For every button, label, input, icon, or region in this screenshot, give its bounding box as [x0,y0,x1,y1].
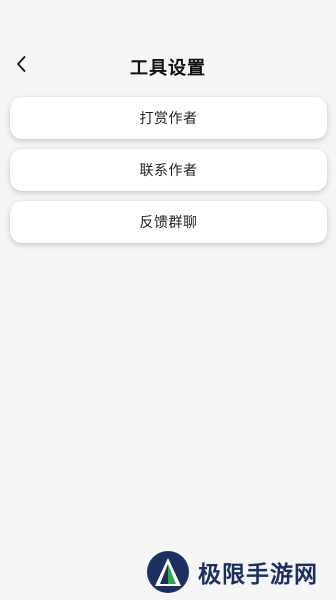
feedback-group-button[interactable]: 反馈群聊 [10,201,327,243]
triangle-logo-icon [146,550,190,594]
page-title: 工具设置 [130,58,206,79]
menu-item-label: 联系作者 [139,163,198,179]
menu-item-label: 打赏作者 [139,111,198,127]
contact-author-button[interactable]: 联系作者 [10,149,327,191]
watermark-text: 极限手游网 [198,561,318,588]
menu-item-label: 反馈群聊 [139,215,198,231]
settings-menu: 打赏作者 联系作者 反馈群聊 [10,97,327,253]
tip-author-button[interactable]: 打赏作者 [10,97,327,139]
header-bar: 工具设置 [0,44,336,88]
site-watermark: 极限手游网 [146,549,318,595]
